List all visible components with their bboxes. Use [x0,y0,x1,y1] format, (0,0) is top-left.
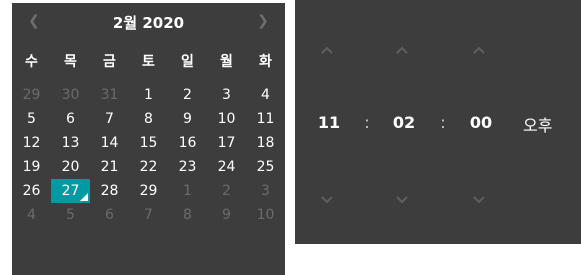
hour-value[interactable]: 11 [313,113,345,132]
day-cell[interactable]: 9 [207,203,246,227]
day-cell[interactable]: 28 [90,179,129,203]
day-cell[interactable]: 20 [51,155,90,179]
day-cell[interactable]: 14 [90,131,129,155]
day-cell[interactable]: 2 [207,179,246,203]
day-cell[interactable]: 21 [90,155,129,179]
day-cell[interactable]: 19 [12,155,51,179]
time-separator: : [440,113,446,132]
day-cell[interactable]: 6 [90,203,129,227]
minute-up-chevron-icon[interactable] [395,43,409,57]
day-cell[interactable]: 12 [12,131,51,155]
day-cell[interactable]: 30 [51,83,90,107]
weekday-label: 일 [181,54,194,70]
day-cell[interactable]: 3 [246,179,285,203]
day-cell[interactable]: 2 [168,83,207,107]
day-cell[interactable]: 17 [207,131,246,155]
day-cell[interactable]: 6 [51,107,90,131]
weekday-label: 화 [259,54,272,70]
day-cell[interactable]: 9 [168,107,207,131]
weekday-header-row: 수목금토일월화 [12,51,285,75]
day-cell[interactable]: 5 [12,107,51,131]
hour-up-chevron-icon[interactable] [320,43,334,57]
day-cell[interactable]: 29 [129,179,168,203]
day-cell[interactable]: 25 [246,155,285,179]
weekday-label: 수 [25,54,38,70]
day-cell[interactable]: 23 [168,155,207,179]
day-cell[interactable]: 31 [90,83,129,107]
time-separator: : [364,113,370,132]
day-cell[interactable]: 7 [129,203,168,227]
weekday-label: 토 [142,54,155,70]
ampm-toggle[interactable]: 오후 [523,112,552,136]
day-cell[interactable]: 8 [168,203,207,227]
day-cell[interactable]: 5 [51,203,90,227]
day-cell[interactable]: 22 [129,155,168,179]
day-cell[interactable]: 29 [12,83,51,107]
month-title[interactable]: 2월 2020 [72,12,225,33]
minute-value[interactable]: 02 [388,113,420,132]
weekday-label: 금 [103,54,116,70]
day-cell[interactable]: 1 [168,179,207,203]
selected-day-cell[interactable]: 27 [51,179,90,203]
weekday-label: 월 [220,54,233,70]
date-calendar: ❮ 2월 2020 ❯ 수목금토일월화 29 30 31 1 2 3 4 5 6 7 8 9 10 11 1… [12,3,285,275]
day-cell[interactable]: 4 [246,83,285,107]
minute-down-chevron-icon[interactable] [395,193,409,207]
second-down-chevron-icon[interactable] [472,193,486,207]
day-cell[interactable]: 10 [207,107,246,131]
calendar-header: ❮ 2월 2020 ❯ [12,3,285,41]
day-cell[interactable]: 26 [12,179,51,203]
day-cell[interactable]: 16 [168,131,207,155]
chevron-left-icon[interactable]: ❮ [26,13,42,29]
day-cell[interactable]: 4 [12,203,51,227]
day-cell[interactable]: 3 [207,83,246,107]
second-up-chevron-icon[interactable] [472,43,486,57]
day-cell[interactable]: 7 [90,107,129,131]
day-cell[interactable]: 15 [129,131,168,155]
day-cell[interactable]: 11 [246,107,285,131]
day-cell[interactable]: 24 [207,155,246,179]
day-cell[interactable]: 8 [129,107,168,131]
time-picker: 11 : 02 : 00 오후 [295,0,581,244]
second-value[interactable]: 00 [465,113,497,132]
day-cell[interactable]: 18 [246,131,285,155]
day-cell[interactable]: 1 [129,83,168,107]
day-cell[interactable]: 10 [246,203,285,227]
chevron-right-icon[interactable]: ❯ [255,13,271,29]
hour-down-chevron-icon[interactable] [320,193,334,207]
weekday-label: 목 [64,54,77,70]
day-cell[interactable]: 13 [51,131,90,155]
